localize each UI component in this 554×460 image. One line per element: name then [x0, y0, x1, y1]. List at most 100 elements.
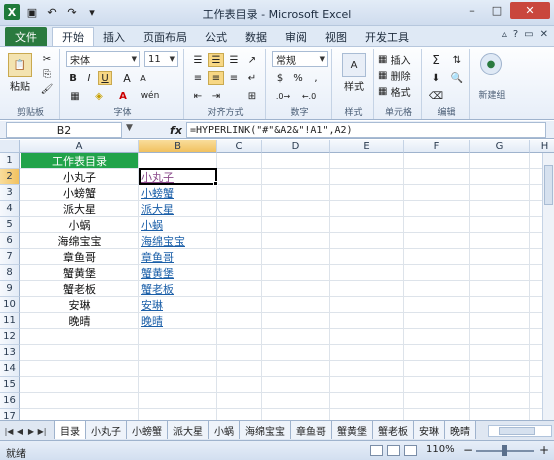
sheet-tab-7[interactable]: 蟹黄堡	[332, 421, 373, 439]
format-cells-button[interactable]: ▦ 格式	[378, 85, 420, 99]
column-header-h[interactable]: H	[530, 140, 554, 153]
restore-workbook-icon[interactable]: ▭	[524, 29, 533, 40]
grow-font-button[interactable]: A	[120, 71, 134, 85]
bold-button[interactable]: B	[66, 71, 80, 85]
tab-1[interactable]: 插入	[94, 27, 134, 46]
save-icon[interactable]: ▣	[24, 4, 40, 20]
align-top-icon[interactable]: ☰	[190, 53, 206, 67]
prev-sheet-icon[interactable]: ◀	[15, 424, 25, 438]
shrink-font-button[interactable]: A	[136, 71, 150, 85]
find-select-icon[interactable]: 🔍	[448, 71, 466, 85]
new-group-icon[interactable]: ●	[480, 53, 502, 75]
row-header-2[interactable]: 2	[0, 169, 20, 185]
column-header-f[interactable]: F	[404, 140, 470, 153]
customize-qat-icon[interactable]: ▾	[84, 4, 100, 20]
row-header-4[interactable]: 4	[0, 201, 20, 217]
name-box[interactable]: B2	[6, 122, 122, 138]
last-sheet-icon[interactable]: ▶|	[37, 424, 47, 438]
cell-a2[interactable]: 小丸子	[21, 169, 138, 184]
currency-button[interactable]: $	[272, 71, 288, 85]
paste-button-label[interactable]: 粘贴	[4, 79, 36, 93]
column-header-d[interactable]: D	[262, 140, 330, 153]
zoom-level[interactable]: 110%	[426, 444, 455, 455]
next-sheet-icon[interactable]: ▶	[26, 424, 36, 438]
hyperlink-b9[interactable]: 蟹老板	[140, 281, 216, 296]
sheet-tab-4[interactable]: 小蜗	[209, 421, 240, 439]
sheet-tab-9[interactable]: 安琳	[414, 421, 445, 439]
normal-view-button[interactable]	[370, 445, 383, 456]
cell-a11[interactable]: 晚晴	[21, 313, 138, 328]
page-break-view-button[interactable]	[404, 445, 417, 456]
worksheet-grid[interactable]: A B C D E F G H 1 2 3 4 5 6 7 8 9 10 11 12 13 14 15 16 17 工作表目录 小丸…	[0, 140, 554, 420]
font-color-button[interactable]: A	[114, 89, 132, 103]
wrap-text-icon[interactable]: ↵	[244, 71, 260, 85]
decrease-indent-icon[interactable]: ⇤	[190, 89, 206, 103]
vertical-scrollbar[interactable]	[542, 153, 554, 420]
zoom-slider-knob[interactable]	[502, 445, 507, 456]
row-header-8[interactable]: 8	[0, 265, 20, 281]
sheet-tab-1[interactable]: 小丸子	[86, 421, 127, 439]
tab-5[interactable]: 审阅	[276, 27, 316, 46]
underline-button[interactable]: U	[98, 71, 112, 85]
format-painter-icon[interactable]: 🖌	[40, 83, 54, 96]
zoom-out-button[interactable]: −	[462, 443, 474, 457]
page-layout-view-button[interactable]	[387, 445, 400, 456]
copy-icon[interactable]: ⎘	[40, 68, 54, 81]
row-header-3[interactable]: 3	[0, 185, 20, 201]
hyperlink-b10[interactable]: 安琳	[140, 297, 216, 312]
column-header-c[interactable]: C	[217, 140, 262, 153]
fill-handle[interactable]	[213, 181, 218, 186]
minimize-ribbon-icon[interactable]: ▵	[502, 29, 507, 40]
fill-icon[interactable]: ⬇	[428, 71, 444, 85]
align-bottom-icon[interactable]: ☰	[226, 53, 242, 67]
zoom-in-button[interactable]: +	[538, 443, 550, 457]
cell-a5[interactable]: 小蜗	[21, 217, 138, 232]
cell-a7[interactable]: 章鱼哥	[21, 249, 138, 264]
sheet-tab-5[interactable]: 海绵宝宝	[240, 421, 291, 439]
autosum-button[interactable]: Σ	[428, 53, 444, 67]
formula-input[interactable]: =HYPERLINK("#"&A2&"!A1",A2)	[186, 122, 546, 138]
row-header-6[interactable]: 6	[0, 233, 20, 249]
column-header-g[interactable]: G	[470, 140, 530, 153]
sheet-tab-2[interactable]: 小螃蟹	[127, 421, 168, 439]
horizontal-scrollbar[interactable]	[488, 425, 552, 437]
increase-decimal-icon[interactable]: .0→	[272, 89, 294, 103]
italic-button[interactable]: I	[82, 71, 96, 85]
row-header-12[interactable]: 12	[0, 329, 20, 345]
percent-button[interactable]: %	[290, 71, 306, 85]
row-header-11[interactable]: 11	[0, 313, 20, 329]
tab-2[interactable]: 页面布局	[134, 27, 196, 46]
styles-button-label[interactable]: 样式	[336, 79, 372, 93]
tab-3[interactable]: 公式	[196, 27, 236, 46]
tab-7[interactable]: 开发工具	[356, 27, 418, 46]
insert-cells-button[interactable]: ▦ 插入	[378, 53, 420, 67]
row-header-14[interactable]: 14	[0, 361, 20, 377]
cell-a8[interactable]: 蟹黄堡	[21, 265, 138, 280]
delete-cells-button[interactable]: ▦ 删除	[378, 69, 420, 83]
sort-filter-icon[interactable]: ⇅	[448, 53, 466, 67]
align-left-icon[interactable]: ≡	[190, 71, 206, 85]
row-header-7[interactable]: 7	[0, 249, 20, 265]
column-header-b[interactable]: B	[139, 140, 217, 153]
font-name-combo[interactable]: 宋体 ▼	[66, 51, 140, 67]
cell-a6[interactable]: 海绵宝宝	[21, 233, 138, 248]
row-header-13[interactable]: 13	[0, 345, 20, 361]
align-center-icon[interactable]: ≡	[208, 71, 224, 85]
row-header-1[interactable]: 1	[0, 153, 20, 169]
select-all-corner[interactable]	[0, 140, 20, 153]
sheet-tab-10[interactable]: 晚晴	[445, 421, 476, 439]
row-header-17[interactable]: 17	[0, 409, 20, 420]
cell-a9[interactable]: 蟹老板	[21, 281, 138, 296]
redo-icon[interactable]: ↷	[64, 4, 80, 20]
sheet-tab-8[interactable]: 蟹老板	[373, 421, 414, 439]
align-right-icon[interactable]: ≡	[226, 71, 242, 85]
paste-icon[interactable]: 📋	[8, 53, 32, 77]
column-header-e[interactable]: E	[330, 140, 404, 153]
undo-icon[interactable]: ↶	[44, 4, 60, 20]
sheet-tab-6[interactable]: 章鱼哥	[291, 421, 332, 439]
hyperlink-b11[interactable]: 晚晴	[140, 313, 216, 328]
decrease-decimal-icon[interactable]: ←.0	[298, 89, 320, 103]
maximize-button[interactable]: □	[485, 2, 509, 19]
number-format-combo[interactable]: 常规 ▼	[272, 51, 328, 67]
cell-a3[interactable]: 小螃蟹	[21, 185, 138, 200]
